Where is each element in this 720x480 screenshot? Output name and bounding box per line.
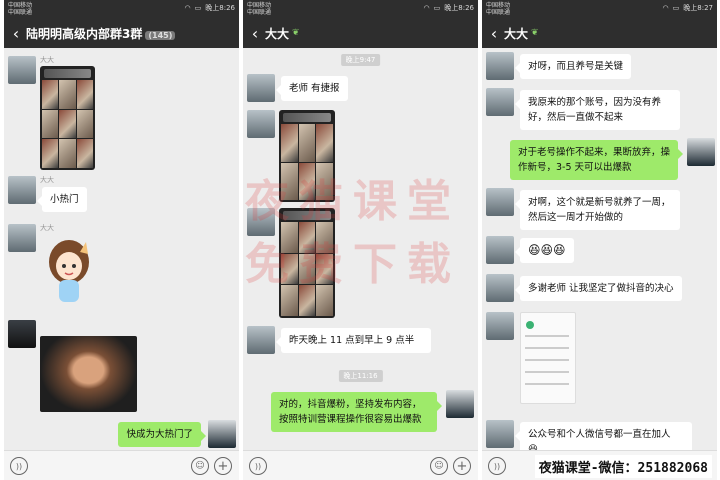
emoji-message[interactable]: 😆😆😆: [515, 238, 574, 263]
status-time: 晚上8:27: [683, 4, 713, 12]
time-divider: 晚上11:16: [338, 370, 383, 382]
avatar[interactable]: [486, 88, 514, 116]
status-bar: 中国移动 中国联通 ◠ ▭ 晚上8:26: [243, 0, 478, 18]
screenshot-message[interactable]: [520, 312, 576, 404]
carrier-2: 中国联通: [247, 9, 272, 17]
wifi-icon: ◠: [662, 4, 669, 12]
chat-panel-2: 中国移动 中国联通 ◠ ▭ 晚上8:26 ‹ 大大 ❦ 晚上9:47 老师 有捷…: [243, 0, 478, 480]
avatar[interactable]: [8, 224, 36, 252]
input-bar: )) ☺ +: [4, 450, 239, 480]
emoji-icon[interactable]: ☺: [191, 457, 209, 475]
avatar[interactable]: [247, 326, 275, 354]
back-arrow-icon[interactable]: ‹: [484, 18, 504, 48]
plus-icon[interactable]: +: [214, 457, 232, 475]
back-arrow-icon[interactable]: ‹: [245, 18, 265, 48]
footer-contact: 夜猫课堂-微信：251882068: [534, 455, 712, 478]
chat-panel-1: 中国移动 中国联通 ◠ ▭ 晚上8:26 ‹ 陆明明高级内部群3群 (145) 大…: [4, 0, 239, 480]
message-bubble[interactable]: 小热门: [37, 187, 87, 212]
message-bubble[interactable]: 老师 有捷报: [276, 76, 348, 101]
avatar[interactable]: [8, 176, 36, 204]
message-bubble[interactable]: 对呀，而且养号是关键: [514, 54, 632, 79]
carrier-2: 中国联通: [486, 9, 511, 17]
avatar[interactable]: [486, 420, 514, 448]
message-bubble[interactable]: 对于老号操作不起来，果断放弃，操作新号，3-5 天可以出爆款: [510, 140, 683, 180]
leaf-icon: ❦: [531, 28, 539, 38]
back-arrow-icon[interactable]: ‹: [6, 18, 26, 48]
battery-icon: ▭: [194, 4, 202, 12]
avatar[interactable]: [486, 52, 514, 80]
message-list[interactable]: 对呀，而且养号是关键 我原来的那个账号，因为没有养好，然后一直做不起来 对于老号…: [482, 48, 717, 450]
my-avatar[interactable]: [687, 138, 715, 166]
status-bar: 中国移动 中国联通 ◠ ▭ 晚上8:26: [4, 0, 239, 18]
sender-name: 大大: [40, 176, 54, 184]
message-bubble[interactable]: 昨天晚上 11 点到早上 9 点半: [276, 328, 431, 353]
chat-panel-3: 中国移动 中国联通 ◠ ▭ 晚上8:27 ‹ 大大 ❦ 对呀，而且养号是关键 我…: [482, 0, 717, 480]
message-bubble[interactable]: 对的，抖音爆粉，坚持发布内容，按照特训营课程操作很容易出爆款: [271, 392, 442, 432]
image-message[interactable]: [40, 66, 95, 170]
avatar[interactable]: [247, 74, 275, 102]
input-bar: )) ☺ +: [243, 450, 478, 480]
chat-header: ‹ 大大 ❦: [243, 18, 478, 48]
message-list[interactable]: 大大 大大 小热门 大大 快成为大热门了: [4, 48, 239, 450]
avatar[interactable]: [486, 274, 514, 302]
status-bar: 中国移动 中国联通 ◠ ▭ 晚上8:27: [482, 0, 717, 18]
image-message[interactable]: [279, 208, 335, 318]
message-bubble[interactable]: 多谢老师 让我坚定了做抖音的决心: [515, 276, 682, 301]
chat-title: 大大: [265, 26, 290, 41]
chat-header: ‹ 大大 ❦: [482, 18, 717, 48]
my-avatar[interactable]: [208, 420, 236, 448]
wifi-icon: ◠: [423, 4, 430, 12]
avatar[interactable]: [486, 312, 514, 340]
wifi-icon: ◠: [184, 4, 191, 12]
message-bubble[interactable]: 我原来的那个账号，因为没有养好，然后一直做不起来: [515, 90, 680, 130]
battery-icon: ▭: [672, 4, 680, 12]
member-count-badge: (145): [145, 30, 176, 40]
chat-title: 陆明明高级内部群3群 (145): [26, 25, 176, 42]
cartoon-girl-sticker: [49, 240, 89, 302]
sender-name: 大大: [40, 56, 54, 64]
plus-icon[interactable]: +: [453, 457, 471, 475]
avatar[interactable]: [247, 208, 275, 236]
message-bubble[interactable]: 快成为大热门了: [118, 422, 206, 447]
status-time: 晚上8:26: [205, 4, 235, 12]
message-list[interactable]: 晚上9:47 老师 有捷报 昨天晚上 11 点到早上 9 点半 晚上11:16 …: [243, 48, 478, 450]
avatar[interactable]: [486, 188, 514, 216]
message-bubble[interactable]: 公众号和个人微信号都一直在加人 😆: [515, 422, 692, 450]
image-message[interactable]: [279, 110, 335, 202]
avatar[interactable]: [486, 236, 514, 264]
emoji-icon[interactable]: ☺: [430, 457, 448, 475]
sender-name: 大大: [40, 224, 54, 232]
sticker-message[interactable]: [44, 236, 94, 306]
battery-icon: ▭: [433, 4, 441, 12]
carrier-2: 中国联通: [8, 9, 33, 17]
leaf-icon: ❦: [292, 28, 300, 38]
my-avatar[interactable]: [446, 390, 474, 418]
status-time: 晚上8:26: [444, 4, 474, 12]
time-divider: 晚上9:47: [340, 54, 381, 66]
avatar[interactable]: [8, 320, 36, 348]
chat-header: ‹ 陆明明高级内部群3群 (145): [4, 18, 239, 48]
voice-icon[interactable]: )): [249, 457, 267, 475]
avatar[interactable]: [8, 56, 36, 84]
voice-icon[interactable]: )): [10, 457, 28, 475]
avatar[interactable]: [247, 110, 275, 138]
message-bubble[interactable]: 对啊，这个就是新号就养了一周，然后这一周才开始做的: [515, 190, 680, 230]
photo-message[interactable]: [40, 336, 137, 412]
voice-icon[interactable]: )): [488, 457, 506, 475]
sender-name: [40, 319, 42, 327]
chat-title: 大大: [504, 26, 529, 41]
